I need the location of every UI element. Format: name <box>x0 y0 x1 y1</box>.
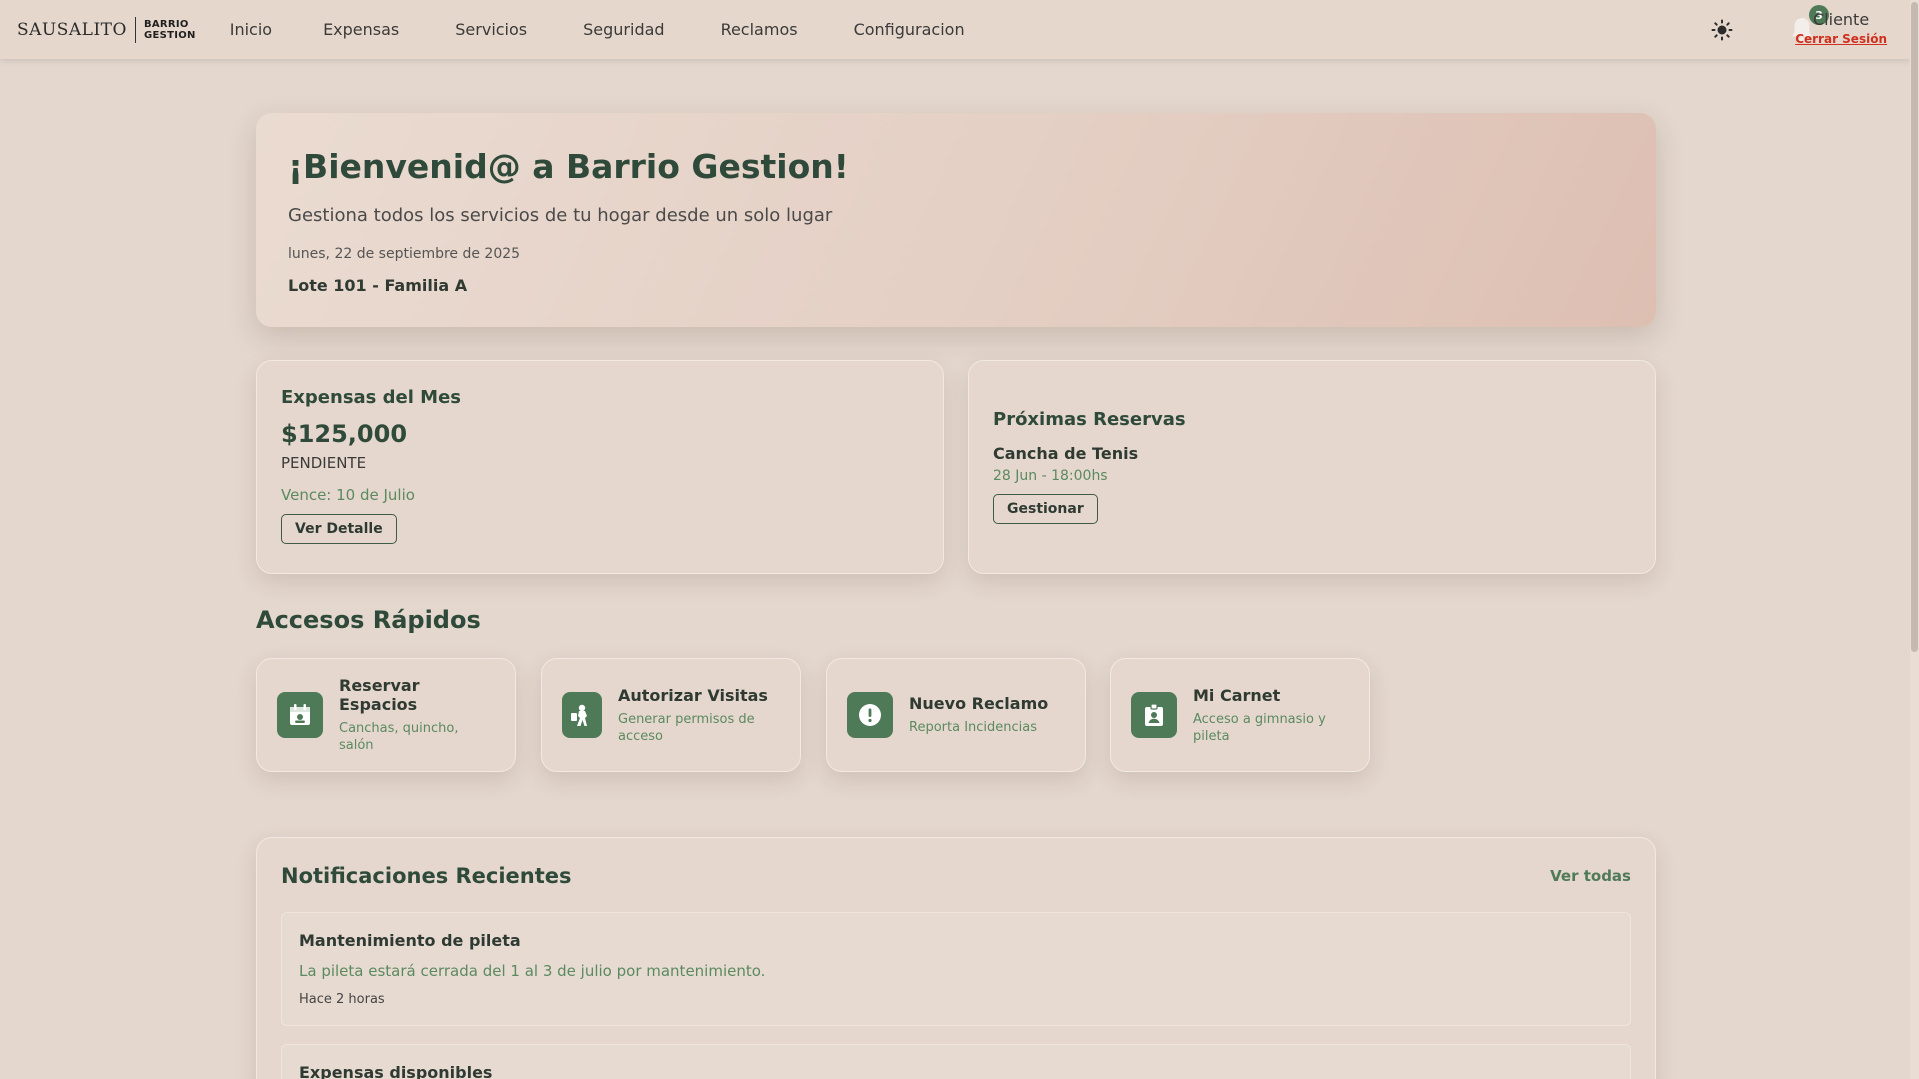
quick-visits-desc: Generar permisos de acceso <box>618 711 755 744</box>
expenses-status: PENDIENTE <box>281 454 367 472</box>
reservation-time: 28 Jun - 18:00hs <box>993 468 1108 484</box>
visitor-icon <box>562 692 602 738</box>
notification-time: Hace 2 horas <box>299 992 385 1007</box>
recent-notifications: Notificaciones Recientes Ver todas Mante… <box>256 837 1656 1079</box>
notification-item[interactable]: Mantenimiento de pileta La pileta estará… <box>281 912 1631 1026</box>
top-navbar: SAUSALITO BARRIO GESTION Inicio Expensas… <box>0 0 1910 59</box>
quick-my-card[interactable]: Mi Carnet Acceso a gimnasio y pileta <box>1110 658 1370 772</box>
logo-divider <box>134 16 136 43</box>
reservations-card-title: Próximas Reservas <box>993 409 1186 430</box>
quick-reserve-desc: Canchas, quincho, salón <box>339 721 459 753</box>
current-date: lunes, 22 de septiembre de 2025 <box>288 246 521 262</box>
brand-logo[interactable]: SAUSALITO BARRIO GESTION <box>17 0 196 59</box>
notification-body: La pileta estará cerrada del 1 al 3 de j… <box>299 962 766 980</box>
welcome-title: ¡Bienvenid@ a Barrio Gestion! <box>288 147 849 186</box>
expenses-card: Expensas del Mes $125,000 PENDIENTE Venc… <box>256 360 944 574</box>
expenses-amount: $125,000 <box>281 420 408 448</box>
notifications-title: Notificaciones Recientes <box>281 864 572 888</box>
expenses-due-date: Vence: 10 de Julio <box>281 486 415 504</box>
calendar-icon <box>277 692 323 738</box>
nav-inicio[interactable]: Inicio <box>230 20 272 39</box>
header-tools: 3 Cliente Cerrar Sesión <box>1650 0 1910 59</box>
nav-expensas[interactable]: Expensas <box>323 20 399 39</box>
notification-title: Expensas disponibles <box>299 1063 493 1079</box>
logo-sausalito: SAUSALITO <box>17 19 127 40</box>
welcome-banner: ¡Bienvenid@ a Barrio Gestion! Gestiona t… <box>256 113 1656 327</box>
scrollbar-thumb[interactable] <box>1911 2 1918 652</box>
quick-visits-text: Autorizar Visitas Generar permisos de ac… <box>618 686 780 745</box>
page-scrollbar[interactable] <box>1910 0 1919 1079</box>
reservation-name: Cancha de Tenis <box>993 444 1139 463</box>
quick-access-title: Accesos Rápidos <box>256 606 481 634</box>
expenses-card-title: Expensas del Mes <box>281 387 462 408</box>
quick-reserve-title: Reservar Espacios <box>339 676 420 714</box>
user-name: Cliente <box>1813 10 1870 29</box>
id-badge-icon <box>1131 692 1177 738</box>
logo-gestion-text: GESTION <box>143 29 196 41</box>
notification-item[interactable]: Expensas disponibles <box>281 1044 1631 1079</box>
main-nav: Inicio Expensas Servicios Seguridad Recl… <box>230 20 1021 39</box>
logo-barrio-text: BARRIO <box>143 18 189 30</box>
quick-reserve-spaces[interactable]: Reservar Espacios Canchas, quincho, saló… <box>256 658 516 772</box>
quick-claim-desc: Reporta Incidencias <box>909 720 1038 735</box>
see-all-link[interactable]: Ver todas <box>1550 867 1631 885</box>
notifications-header: Notificaciones Recientes Ver todas <box>281 864 1631 888</box>
notification-title: Mantenimiento de pileta <box>299 931 521 950</box>
logo-barrio-gestion: BARRIO GESTION <box>144 19 196 41</box>
nav-servicios[interactable]: Servicios <box>455 20 527 39</box>
quick-reserve-text: Reservar Espacios Canchas, quincho, saló… <box>339 676 495 754</box>
quick-card-desc: Acceso a gimnasio y pileta <box>1193 711 1326 744</box>
quick-authorize-visits[interactable]: Autorizar Visitas Generar permisos de ac… <box>541 658 801 772</box>
view-detail-button[interactable]: Ver Detalle <box>281 514 397 544</box>
quick-new-claim[interactable]: Nuevo Reclamo Reporta Incidencias <box>826 658 1086 772</box>
theme-toggle-sun-icon[interactable] <box>1711 19 1733 41</box>
quick-visits-title: Autorizar Visitas <box>618 685 768 705</box>
quick-claim-title: Nuevo Reclamo <box>909 694 1049 713</box>
quick-card-text: Mi Carnet Acceso a gimnasio y pileta <box>1193 686 1349 745</box>
nav-seguridad[interactable]: Seguridad <box>583 20 664 39</box>
nav-reclamos[interactable]: Reclamos <box>721 20 798 39</box>
lot-label: Lote 101 - Familia A <box>288 276 468 295</box>
alert-icon <box>847 692 893 738</box>
quick-card-title: Mi Carnet <box>1193 685 1281 705</box>
nav-configuracion[interactable]: Configuracion <box>854 20 965 39</box>
reservations-card: Próximas Reservas Cancha de Tenis 28 Jun… <box>968 360 1656 574</box>
logout-link[interactable]: Cerrar Sesión <box>1795 32 1887 46</box>
manage-reservations-button[interactable]: Gestionar <box>993 494 1098 524</box>
welcome-subtitle: Gestiona todos los servicios de tu hogar… <box>288 205 833 226</box>
quick-claim-text: Nuevo Reclamo Reporta Incidencias <box>909 694 1048 736</box>
user-menu: Cliente Cerrar Sesión <box>1795 10 1887 46</box>
